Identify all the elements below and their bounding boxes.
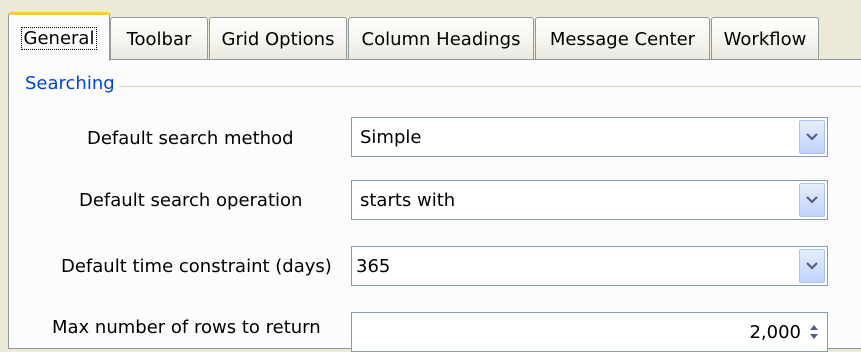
tab-grid-options-label: Grid Options	[221, 28, 335, 50]
searching-group-title: Searching	[23, 73, 117, 94]
default-search-operation-value: starts with	[360, 189, 456, 211]
max-rows-label: Max number of rows to return	[52, 317, 321, 338]
tab-general-label: General	[20, 26, 98, 50]
max-rows-spinner[interactable]: 2,000	[351, 312, 828, 352]
tab-grid-options[interactable]: Grid Options	[209, 17, 347, 60]
default-time-constraint-value: 365	[356, 255, 391, 277]
tab-general[interactable]: General	[8, 12, 110, 61]
tab-column-headings-label: Column Headings	[361, 28, 521, 50]
default-time-constraint-label: Default time constraint (days)	[61, 256, 332, 277]
default-search-operation-label: Default search operation	[79, 190, 303, 211]
tab-toolbar[interactable]: Toolbar	[110, 17, 208, 60]
default-search-method-value: Simple	[360, 126, 422, 148]
tab-workflow[interactable]: Workflow	[711, 17, 819, 60]
default-time-constraint-combo[interactable]: 365	[351, 246, 828, 286]
chevron-down-icon[interactable]	[799, 120, 825, 154]
max-rows-value: 2,000	[749, 321, 801, 343]
tab-column-headings[interactable]: Column Headings	[348, 17, 534, 60]
default-search-operation-combo[interactable]: starts with	[351, 180, 828, 220]
general-panel: Searching Default search method Simple D…	[8, 59, 861, 352]
tab-workflow-label: Workflow	[723, 28, 807, 50]
group-divider	[119, 86, 861, 87]
tab-message-center[interactable]: Message Center	[535, 17, 710, 60]
tab-bar: General Toolbar Grid Options Column Head…	[8, 12, 861, 61]
chevron-down-icon[interactable]	[799, 183, 825, 217]
tab-toolbar-label: Toolbar	[126, 28, 192, 50]
chevron-down-icon[interactable]	[799, 249, 825, 283]
default-search-method-label: Default search method	[87, 128, 294, 149]
up-down-arrows-icon[interactable]	[805, 319, 823, 345]
tab-message-center-label: Message Center	[549, 28, 696, 50]
default-search-method-combo[interactable]: Simple	[351, 117, 828, 157]
